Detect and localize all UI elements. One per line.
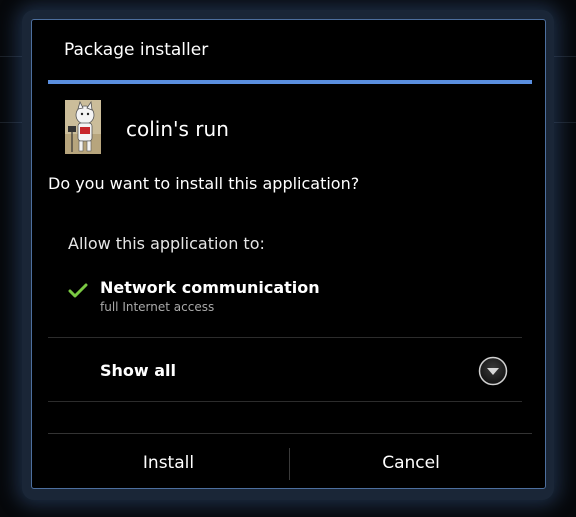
install-question: Do you want to install this application? [48,174,360,193]
cancel-button[interactable]: Cancel [290,434,532,488]
divider [48,401,522,402]
app-icon [65,100,101,154]
chevron-down-circle-icon[interactable] [478,356,508,386]
permission-description: full Internet access [100,300,215,314]
install-dialog: Package installer colin's run Do you wan… [31,19,546,489]
permission-title: Network communication [100,278,320,297]
show-all-row[interactable]: Show all [48,338,522,401]
app-name: colin's run [126,117,229,141]
dialog-title: Package installer [64,40,209,60]
check-icon [68,283,88,298]
title-accent-rule [48,80,532,84]
install-button[interactable]: Install [48,434,289,488]
show-all-label: Show all [100,361,177,380]
allow-heading: Allow this application to: [68,234,265,253]
